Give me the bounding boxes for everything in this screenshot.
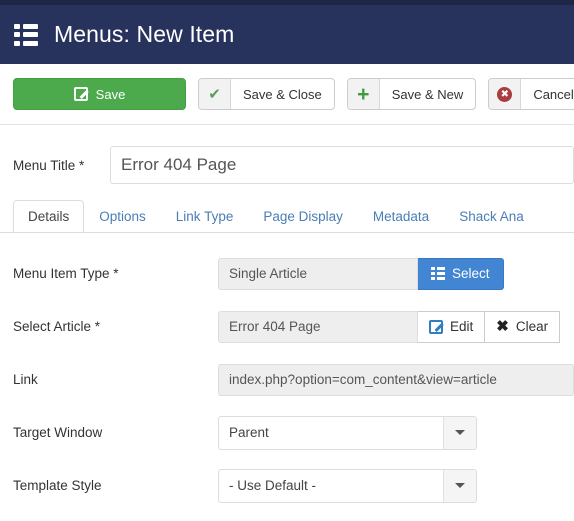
menu-title-label: Menu Title * [13,157,85,173]
menu-item-type-select-button[interactable]: Select [418,257,504,290]
tab-page-display[interactable]: Page Display [248,200,358,232]
select-article-edit-button[interactable]: Edit [418,310,486,343]
field-row-target-window: Target Window Parent [0,406,574,459]
edit-button-label: Edit [450,319,474,334]
template-style-label: Template Style [13,478,102,493]
tab-link-type[interactable]: Link Type [161,200,249,232]
target-window-select[interactable]: Parent [218,415,477,450]
check-icon: ✔ [199,79,231,109]
page-header: Menus: New Item [0,5,574,64]
select-article-value: Error 404 Page [218,310,418,343]
save-and-close-label: Save & Close [243,86,322,102]
cancel-button[interactable]: ✖ Cancel [488,78,574,110]
field-row-template-style: Template Style - Use Default - [0,459,574,512]
tab-details[interactable]: Details [13,200,85,232]
menu-item-type-label: Menu Item Type * [13,266,119,281]
close-x-icon: ✖ [496,318,509,335]
save-and-new-button[interactable]: + Save & New [346,78,477,110]
clear-button-label: Clear [515,319,549,334]
field-row-select-article: Select Article * Error 404 Page Edit ✖ C… [0,300,574,353]
menu-title-input[interactable] [110,146,574,184]
save-and-new-label: Save & New [391,86,464,102]
edit-pencil-icon [429,319,443,334]
field-row-link: Link index.php?option=com_content&view=a… [0,353,574,406]
menu-title-row: Menu Title * [0,125,574,187]
link-value: index.php?option=com_content&view=articl… [218,363,574,396]
save-button-label: Save [95,86,126,102]
template-style-value: - Use Default - [229,478,317,493]
tab-bar: Details Options Link Type Page Display M… [0,195,574,233]
menu-list-icon [14,23,38,46]
target-window-value: Parent [229,425,269,440]
select-article-label: Select Article * [13,319,101,334]
tab-options[interactable]: Options [84,200,161,232]
tab-metadata[interactable]: Metadata [358,200,444,232]
chevron-down-icon [443,469,476,502]
tab-shack-analytics[interactable]: Shack Ana [444,200,539,232]
chevron-down-icon [443,416,476,449]
select-button-label: Select [452,266,490,281]
save-and-close-button[interactable]: ✔ Save & Close [198,78,335,110]
list-icon [431,267,445,280]
field-row-menu-item-type: Menu Item Type * Single Article Select [0,247,574,300]
edit-pencil-icon [73,87,88,101]
menu-item-type-value: Single Article [218,257,418,290]
select-article-clear-button[interactable]: ✖ Clear [485,310,561,343]
save-button[interactable]: Save [13,78,186,110]
toolbar: Save ✔ Save & Close + Save & New ✖ Cance… [0,64,574,125]
link-label: Link [13,372,38,387]
page-title: Menus: New Item [54,21,235,47]
target-window-label: Target Window [13,425,103,440]
details-form: Menu Item Type * Single Article Select S… [0,233,574,512]
template-style-select[interactable]: - Use Default - [218,468,477,503]
cancel-circle-icon: ✖ [489,79,522,109]
cancel-button-label: Cancel [533,86,574,102]
plus-icon: + [347,79,380,109]
